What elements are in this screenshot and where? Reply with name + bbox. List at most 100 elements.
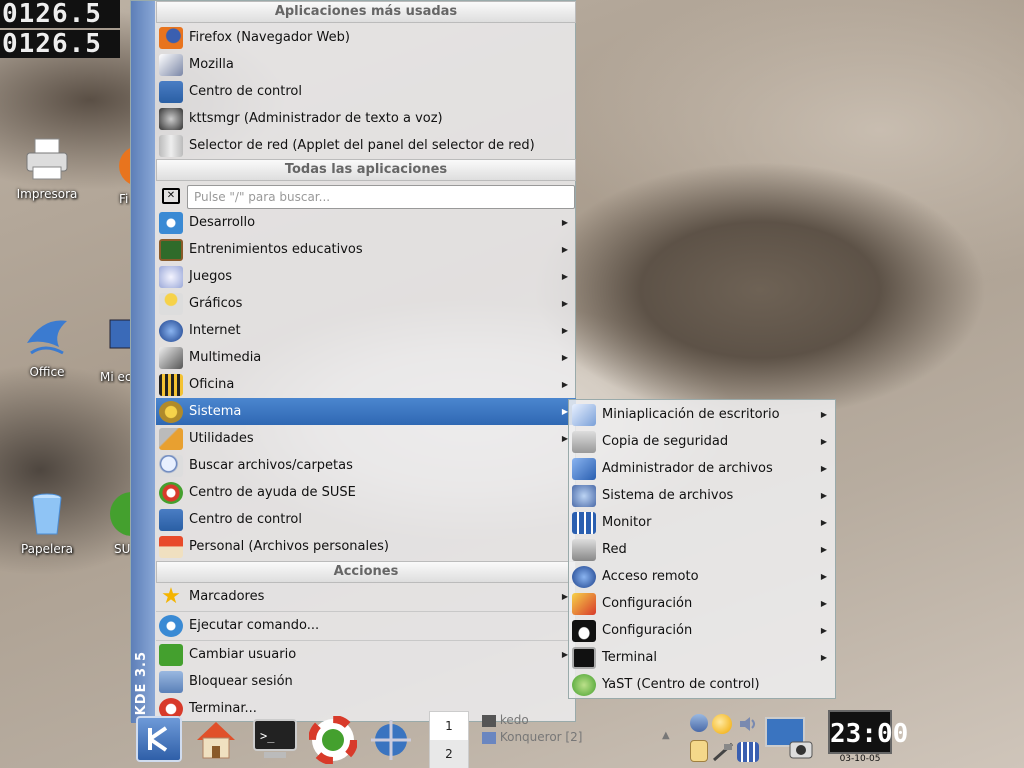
taskbar-task-konqueror[interactable]: Konqueror [2]: [482, 730, 582, 744]
network-tray-icon[interactable]: [690, 714, 708, 732]
kde-logo-icon: [148, 726, 168, 752]
submenu-item-label: Acceso remoto: [602, 569, 699, 584]
search-input[interactable]: Pulse "/" para buscar...: [187, 185, 575, 209]
help-icon: [159, 481, 183, 504]
submenu-item-label: Configuración: [602, 623, 693, 638]
menu-item-label: Bloquear sesión: [189, 674, 293, 689]
menu-item-switch-user[interactable]: Cambiar usuario ▶: [156, 641, 576, 668]
kde-version-label: KDE 3.5: [134, 650, 149, 715]
submenu-item-remote-access[interactable]: Acceso remoto ▶: [569, 563, 835, 590]
kde-menu-button[interactable]: [136, 716, 182, 762]
submenu-item-label: Copia de seguridad: [602, 434, 729, 449]
menu-item-multimedia[interactable]: Multimedia ▶: [156, 344, 576, 371]
submenu-arrow-icon: ▶: [820, 653, 827, 662]
submenu-arrow-icon: ▶: [561, 353, 568, 362]
help-launcher-button[interactable]: [308, 715, 358, 765]
submenu-item-configuration-linux[interactable]: Configuración ▶: [569, 617, 835, 644]
menu-item-label: Selector de red (Applet del panel del se…: [189, 138, 535, 153]
menu-item-office[interactable]: Oficina ▶: [156, 371, 576, 398]
submenu-item-desktop-applet[interactable]: Miniaplicación de escritorio ▶: [569, 401, 835, 428]
desktop-icon-printer[interactable]: Impresora: [2, 135, 92, 201]
computer-icon: [108, 318, 130, 366]
clock-date: 03-10-05: [839, 754, 881, 764]
menu-item-label: Sistema: [189, 404, 242, 419]
submenu-item-filesystem[interactable]: Sistema de archivos ▶: [569, 482, 835, 509]
submenu-arrow-icon: ▶: [820, 437, 827, 446]
menu-item-label: Juegos: [189, 269, 233, 284]
taskbar-scroll-up-icon[interactable]: ▲: [662, 730, 670, 741]
menu-item-games[interactable]: Juegos ▶: [156, 263, 576, 290]
firefox-icon: [159, 26, 183, 49]
monitor-tray-icon[interactable]: [737, 742, 759, 762]
desktop-icon-label: Fi: [119, 192, 129, 206]
monitor-icon: [572, 511, 596, 534]
desktop-icon-suse[interactable]: SU: [100, 490, 130, 556]
menu-item-education[interactable]: Entrenimientos educativos ▶: [156, 236, 576, 263]
suse-icon: [108, 490, 130, 538]
menu-item-kttsmgr[interactable]: kttsmgr (Administrador de texto a voz): [156, 105, 576, 132]
terminal-launcher-button[interactable]: >_: [250, 716, 300, 762]
menu-item-internet[interactable]: Internet ▶: [156, 317, 576, 344]
office-icon: [159, 373, 183, 396]
menu-item-run-command[interactable]: Ejecutar comando...: [156, 612, 576, 639]
submenu-item-file-manager[interactable]: Administrador de archivos ▶: [569, 455, 835, 482]
submenu-arrow-icon: ▶: [820, 545, 827, 554]
clear-search-icon[interactable]: ✕: [162, 188, 180, 204]
task-label: kedo: [499, 713, 529, 727]
desktop-icon-my-computer[interactable]: Mi ec: [96, 318, 130, 384]
most-used-header: Aplicaciones más usadas: [156, 1, 576, 23]
terminal-icon: [572, 646, 596, 669]
submenu-item-terminal[interactable]: Terminal ▶: [569, 644, 835, 671]
home-icon: [197, 722, 235, 759]
menu-item-label: Personal (Archivos personales): [189, 539, 389, 554]
clock[interactable]: 23:00: [828, 710, 908, 754]
desktop-icon-office[interactable]: Office: [2, 313, 92, 379]
office-icon: [23, 313, 71, 361]
menu-item-mozilla[interactable]: Mozilla: [156, 51, 576, 78]
updater-tray-icon[interactable]: [712, 714, 732, 734]
menu-item-network-selector[interactable]: Selector de red (Applet del panel del se…: [156, 132, 576, 159]
menu-item-graphics[interactable]: Gráficos ▶: [156, 290, 576, 317]
menu-item-development[interactable]: Desarrollo ▶: [156, 209, 576, 236]
menu-item-label: Internet: [189, 323, 241, 338]
network-icon: [572, 538, 596, 561]
menu-item-label: Multimedia: [189, 350, 262, 365]
menu-item-personal[interactable]: Personal (Archivos personales): [156, 533, 576, 560]
pager-desktop-2[interactable]: 2: [430, 740, 468, 768]
menu-item-control-center-2[interactable]: Centro de control: [156, 506, 576, 533]
menu-item-find-files[interactable]: Buscar archivos/carpetas: [156, 452, 576, 479]
menu-item-label: Centro de control: [189, 84, 303, 99]
submenu-arrow-icon: ▶: [820, 599, 827, 608]
submenu-item-network[interactable]: Red ▶: [569, 536, 835, 563]
konqueror-launcher-button[interactable]: [367, 716, 415, 764]
menu-item-suse-help[interactable]: Centro de ayuda de SUSE: [156, 479, 576, 506]
submenu-item-monitor[interactable]: Monitor ▶: [569, 509, 835, 536]
menu-item-label: Mozilla: [189, 57, 234, 72]
printer-icon: [23, 135, 71, 183]
clipboard-tray-icon[interactable]: [690, 740, 708, 762]
bookmarks-icon: ★: [161, 583, 181, 609]
menu-item-label: kttsmgr (Administrador de texto a voz): [189, 111, 443, 126]
submenu-item-configuration[interactable]: Configuración ▶: [569, 590, 835, 617]
submenu-item-backup[interactable]: Copia de seguridad ▶: [569, 428, 835, 455]
volume-tray-icon[interactable]: [737, 714, 757, 734]
mozilla-icon: [159, 53, 183, 76]
pager-desktop-1[interactable]: 1: [430, 712, 468, 740]
menu-item-system[interactable]: Sistema ▶: [156, 398, 576, 425]
desktop-icon-trash[interactable]: Papelera: [2, 490, 92, 556]
desktop-applet-icon: [572, 403, 596, 426]
desktop-icon-firefox[interactable]: Fi: [95, 140, 135, 206]
desktop-icon-label: Office: [29, 365, 65, 379]
submenu-item-yast[interactable]: YaST (Centro de control): [569, 671, 835, 698]
control-center-icon: [159, 508, 183, 531]
submenu-item-label: Administrador de archivos: [602, 461, 773, 476]
menu-item-lock-session[interactable]: Bloquear sesión: [156, 668, 576, 695]
menu-item-firefox[interactable]: Firefox (Navegador Web): [156, 24, 576, 51]
menu-item-control-center[interactable]: Centro de control: [156, 78, 576, 105]
menu-item-utilities[interactable]: Utilidades ▶: [156, 425, 576, 452]
screenshot-tray-icon[interactable]: [764, 716, 814, 762]
menu-item-bookmarks[interactable]: ★ Marcadores ▶: [156, 583, 576, 610]
power-plug-tray-icon[interactable]: [712, 742, 734, 762]
home-folder-button[interactable]: [193, 716, 239, 762]
taskbar-task-kedo[interactable]: kedo: [482, 713, 529, 727]
